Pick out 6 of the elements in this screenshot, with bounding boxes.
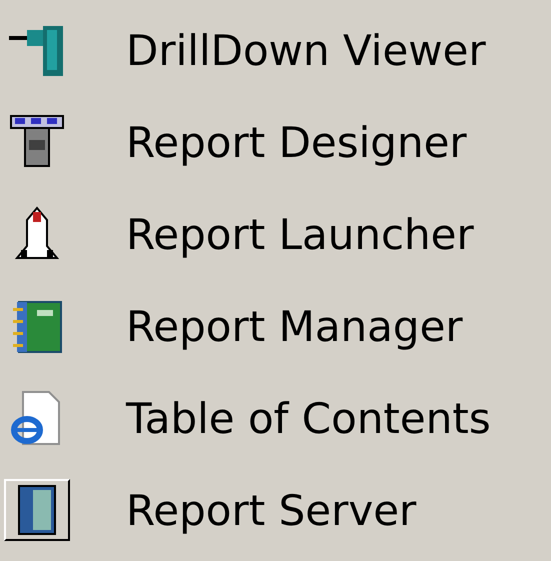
menu-item[interactable]: DrillDown Viewer <box>126 18 486 82</box>
menu-item[interactable]: Report Server <box>126 478 416 542</box>
menu-item[interactable]: Report Designer <box>126 110 467 174</box>
menu-item[interactable]: Table of Contents <box>126 386 491 450</box>
menu-item[interactable]: Report Launcher <box>126 202 474 266</box>
menu-item[interactable]: Report Manager <box>126 294 463 358</box>
